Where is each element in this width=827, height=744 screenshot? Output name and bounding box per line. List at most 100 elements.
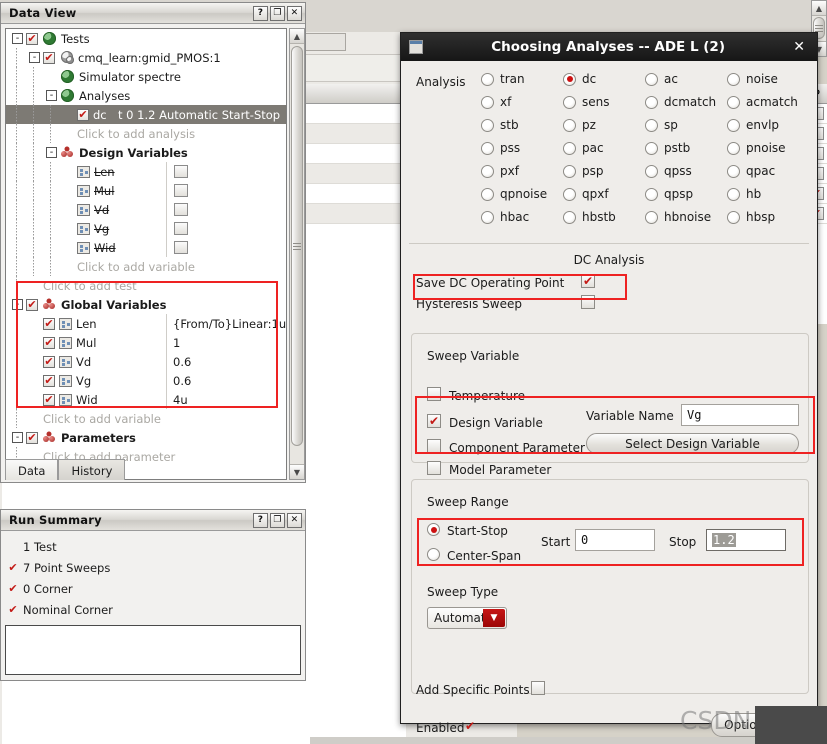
analysis-option-qpxf[interactable]: qpxf [563, 187, 609, 201]
analysis-option-acmatch[interactable]: acmatch [727, 95, 798, 109]
run-summary-checkbox[interactable] [7, 562, 19, 574]
analysis-option-pz[interactable]: pz [563, 118, 596, 132]
radio-icon[interactable] [563, 95, 576, 109]
close-icon[interactable]: ✕ [793, 39, 805, 55]
tree-item[interactable]: - Parameters [6, 428, 286, 447]
tree-item[interactable]: Vg [6, 219, 286, 238]
analysis-option-hbstb[interactable]: hbstb [563, 210, 616, 224]
radio-icon[interactable] [727, 164, 740, 178]
analysis-option-pnoise[interactable]: pnoise [727, 141, 786, 155]
component-parameter-checkbox[interactable] [427, 439, 441, 453]
tree-item-enable-box[interactable] [174, 165, 188, 178]
enabled-checkbox[interactable] [463, 719, 477, 733]
tree-item-checkbox[interactable] [43, 51, 55, 64]
radio-icon[interactable] [563, 118, 576, 132]
tree-item-enable-box[interactable] [174, 203, 188, 216]
tree-item[interactable]: Len {From/To}Linear:1u:.. [6, 314, 286, 333]
restore-button[interactable]: ❐ [270, 512, 285, 528]
radio-icon[interactable] [645, 187, 658, 201]
tree-item-checkbox[interactable] [26, 32, 38, 45]
radio-icon[interactable] [563, 210, 576, 224]
tree-item[interactable]: Mul [6, 181, 286, 200]
radio-icon[interactable] [645, 95, 658, 109]
analysis-option-psp[interactable]: psp [563, 164, 604, 178]
tree-item-checkbox[interactable] [26, 431, 38, 444]
radio-icon[interactable] [645, 118, 658, 132]
radio-icon[interactable] [645, 164, 658, 178]
tab-data[interactable]: Data [5, 459, 59, 480]
restore-button[interactable]: ❐ [270, 5, 285, 21]
analysis-option-tran[interactable]: tran [481, 72, 525, 86]
radio-icon[interactable] [727, 72, 740, 86]
radio-icon[interactable] [645, 72, 658, 86]
tree-item[interactable]: Click to add analysis [6, 124, 286, 143]
tree-expander-icon[interactable]: - [12, 432, 23, 443]
radio-icon[interactable] [645, 210, 658, 224]
scroll-down-icon[interactable]: ▼ [290, 464, 304, 479]
tree-item[interactable]: Vd [6, 200, 286, 219]
tree-item[interactable]: Click to add test [6, 276, 286, 295]
add-specific-points-checkbox[interactable] [531, 681, 545, 695]
tree-expander-icon[interactable]: - [46, 147, 57, 158]
variable-name-input[interactable]: Vg [681, 404, 799, 426]
radio-icon[interactable] [481, 164, 494, 178]
tree-item-checkbox[interactable] [43, 374, 55, 387]
radio-icon[interactable] [481, 187, 494, 201]
radio-icon[interactable] [727, 210, 740, 224]
tree-item-enable-box[interactable] [174, 222, 188, 235]
sweep-type-select[interactable]: Automatic ▼ [427, 607, 507, 629]
radio-icon[interactable] [481, 72, 494, 86]
radio-icon[interactable] [727, 95, 740, 109]
analysis-option-hb[interactable]: hb [727, 187, 761, 201]
analysis-option-xf[interactable]: xf [481, 95, 511, 109]
radio-icon[interactable] [481, 118, 494, 132]
radio-icon[interactable] [481, 141, 494, 155]
analysis-option-hbnoise[interactable]: hbnoise [645, 210, 711, 224]
model-parameter-checkbox[interactable] [427, 461, 441, 475]
design-variable-checkbox[interactable] [427, 414, 441, 428]
radio-icon[interactable] [727, 141, 740, 155]
tree-item[interactable]: - Analyses [6, 86, 286, 105]
center-span-radio[interactable] [427, 548, 440, 561]
tree-item-checkbox[interactable] [43, 317, 55, 330]
analysis-option-pxf[interactable]: pxf [481, 164, 519, 178]
tree-item[interactable]: Vg 0.6 [6, 371, 286, 390]
help-button[interactable]: ? [253, 512, 268, 528]
close-button[interactable]: ✕ [287, 5, 302, 21]
radio-icon[interactable] [563, 141, 576, 155]
analysis-option-sp[interactable]: sp [645, 118, 678, 132]
radio-icon[interactable] [727, 187, 740, 201]
help-button[interactable]: ? [253, 5, 268, 21]
analysis-option-qpnoise[interactable]: qpnoise [481, 187, 547, 201]
temperature-checkbox[interactable] [427, 387, 441, 401]
tree-item[interactable]: Vd 0.6 [6, 352, 286, 371]
analysis-option-hbac[interactable]: hbac [481, 210, 529, 224]
select-design-variable-button[interactable]: Select Design Variable [586, 433, 799, 454]
analysis-option-dc[interactable]: dc [563, 72, 596, 86]
system-menu-icon[interactable] [409, 40, 423, 54]
tree-item-checkbox[interactable] [43, 393, 55, 406]
start-input[interactable]: 0 [575, 529, 655, 551]
tree-item-checkbox[interactable] [77, 108, 89, 121]
stop-input[interactable]: 1.2 [706, 529, 786, 551]
tree-item-enable-box[interactable] [174, 241, 188, 254]
radio-icon[interactable] [481, 210, 494, 224]
analysis-option-qpsp[interactable]: qpsp [645, 187, 693, 201]
analysis-option-qpss[interactable]: qpss [645, 164, 692, 178]
radio-icon[interactable] [563, 187, 576, 201]
close-button[interactable]: ✕ [287, 512, 302, 528]
start-stop-radio[interactable] [427, 523, 440, 536]
tree-expander-icon[interactable]: - [46, 90, 57, 101]
tree-item[interactable]: - Tests [6, 29, 286, 48]
save-dc-operating-point-checkbox[interactable] [581, 274, 595, 288]
scroll-thumb[interactable] [291, 46, 303, 446]
tree-item[interactable]: Simulator spectre [6, 67, 286, 86]
tree-item[interactable]: - Global Variables [6, 295, 286, 314]
analysis-option-qpac[interactable]: qpac [727, 164, 775, 178]
radio-icon[interactable] [727, 118, 740, 132]
analysis-option-pac[interactable]: pac [563, 141, 604, 155]
tree-item[interactable]: Wid [6, 238, 286, 257]
analysis-option-envlp[interactable]: envlp [727, 118, 779, 132]
analysis-option-hbsp[interactable]: hbsp [727, 210, 775, 224]
analysis-option-ac[interactable]: ac [645, 72, 678, 86]
